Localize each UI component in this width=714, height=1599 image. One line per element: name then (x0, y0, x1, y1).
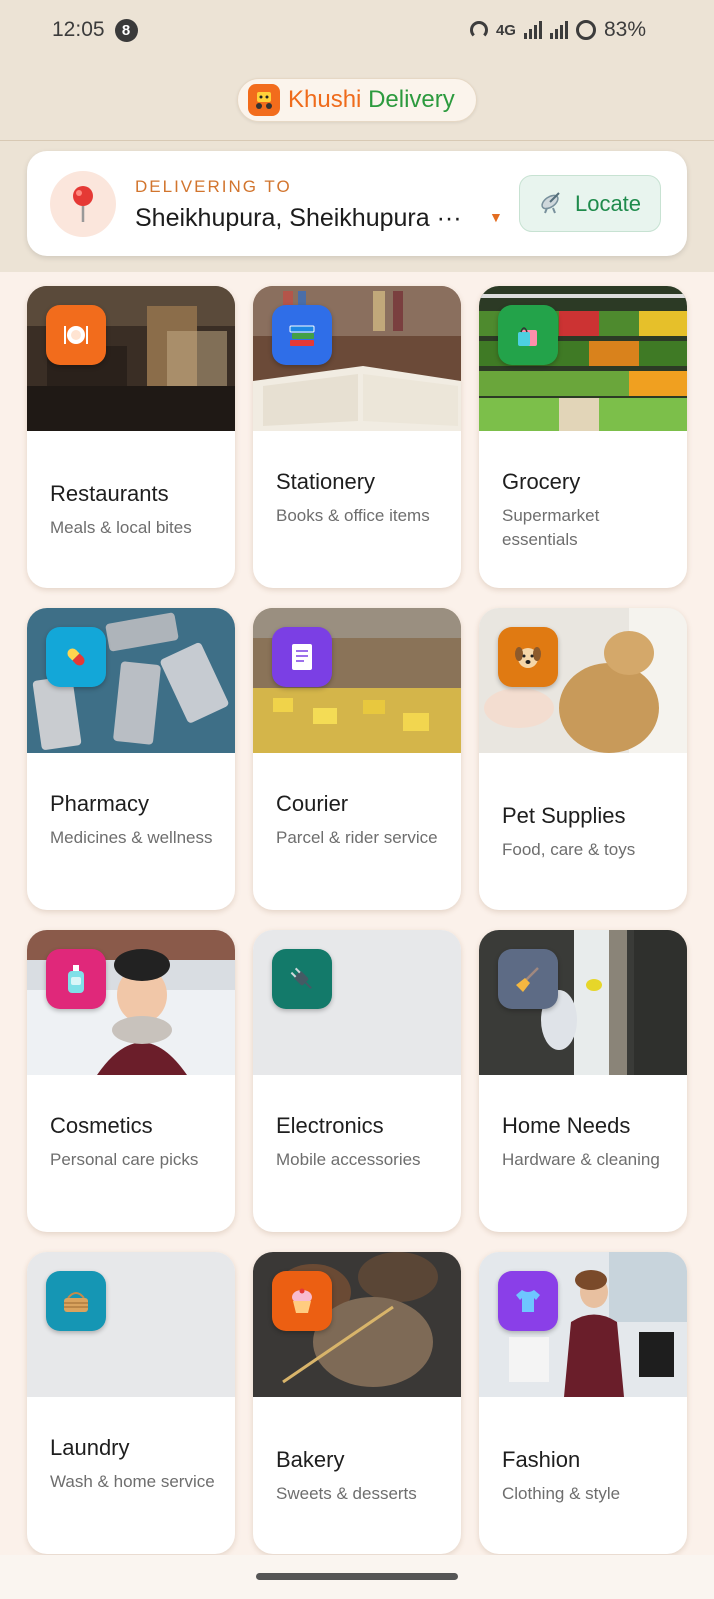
locate-label: Locate (574, 190, 642, 216)
category-title: Home Needs (502, 1113, 631, 1138)
category-title: Restaurants (50, 481, 169, 506)
category-title: Laundry (50, 1435, 130, 1460)
dog-icon (498, 627, 558, 687)
category-title: Grocery (502, 469, 581, 494)
cosmetics-image (27, 930, 235, 1075)
category-card-stationery[interactable]: Stationery Books & office items (253, 286, 461, 588)
category-card-pharmacy[interactable]: Pharmacy Medicines & wellness (27, 608, 235, 910)
network-type: 4G (495, 21, 516, 39)
books-icon (272, 305, 332, 365)
brand-name: Khushi Delivery (288, 86, 455, 114)
delivery-location-card[interactable]: DELIVERING TO Sheikhupura, Sheikhupura ·… (27, 151, 687, 256)
signal-icon-2 (549, 21, 568, 39)
category-card-courier[interactable]: Courier Parcel & rider service (253, 608, 461, 910)
tshirt-icon (498, 1271, 558, 1331)
pharmacy-image (27, 608, 235, 753)
category-title: Stationery (276, 469, 376, 494)
category-card-home-needs[interactable]: Home Needs Hardware & cleaning (479, 930, 687, 1232)
fashion-image (479, 1252, 687, 1397)
signal-icon (523, 21, 542, 39)
delivery-scooter-icon (248, 84, 280, 116)
notification-badge: 8 (114, 18, 138, 42)
shopping-bag-icon (498, 305, 558, 365)
laundry-image (27, 1252, 235, 1397)
home-gesture-indicator[interactable] (256, 1573, 458, 1580)
status-left: 12:05 8 (52, 18, 138, 42)
category-subtitle: Medicines & wellness (50, 828, 213, 847)
receipt-icon (272, 627, 332, 687)
map-pin-icon (50, 171, 116, 237)
courier-image (253, 608, 461, 753)
category-title: Pharmacy (50, 791, 150, 816)
delivery-address[interactable]: Sheikhupura, Sheikhupura ··· (135, 204, 462, 233)
category-card-grocery[interactable]: Grocery Supermarket essentials (479, 286, 687, 588)
brand-name-part2: Delivery (368, 86, 455, 113)
category-subtitle: Parcel & rider service (276, 828, 438, 847)
category-subtitle: Supermarket essentials (502, 506, 600, 549)
battery-percent: 83% (603, 18, 646, 41)
category-subtitle: Sweets & desserts (276, 1484, 417, 1503)
electronics-image (253, 930, 461, 1075)
lotion-icon (46, 949, 106, 1009)
pet-supplies-image (479, 608, 687, 753)
locate-button[interactable]: Locate (519, 175, 661, 232)
category-title: Bakery (276, 1447, 345, 1472)
hotspot-icon (469, 21, 488, 39)
basket-icon (46, 1271, 106, 1331)
satellite-dish-icon (539, 188, 565, 220)
category-subtitle: Books & office items (276, 506, 430, 525)
brand-name-part1: Khushi (288, 86, 362, 113)
category-subtitle: Mobile accessories (276, 1150, 421, 1169)
stationery-image (253, 286, 461, 431)
category-subtitle: Hardware & cleaning (502, 1150, 660, 1169)
battery-icon (575, 20, 596, 40)
plate-icon (46, 305, 106, 365)
category-subtitle: Meals & local bites (50, 518, 192, 537)
brand-logo-pill: Khushi Delivery (237, 78, 477, 122)
delivering-to-label: DELIVERING TO (135, 177, 292, 196)
restaurants-image (27, 286, 235, 431)
home-needs-image (479, 930, 687, 1075)
category-card-cosmetics[interactable]: Cosmetics Personal care picks (27, 930, 235, 1232)
status-right: 4G 83% (469, 18, 646, 42)
category-card-restaurants[interactable]: Restaurants Meals & local bites (27, 286, 235, 588)
bakery-image (253, 1252, 461, 1397)
cupcake-icon (272, 1271, 332, 1331)
category-card-laundry[interactable]: Laundry Wash & home service (27, 1252, 235, 1554)
category-subtitle: Clothing & style (502, 1484, 621, 1503)
category-title: Fashion (502, 1447, 581, 1472)
category-card-electronics[interactable]: Electronics Mobile accessories (253, 930, 461, 1232)
broom-icon (498, 949, 558, 1009)
status-time: 12:05 (52, 18, 105, 41)
category-title: Electronics (276, 1113, 384, 1138)
caret-down-icon[interactable]: ▼ (489, 209, 503, 225)
category-subtitle: Personal care picks (50, 1150, 199, 1169)
category-title: Pet Supplies (502, 803, 626, 828)
category-subtitle: Food, care & toys (502, 840, 636, 859)
header-divider (0, 140, 714, 141)
category-card-fashion[interactable]: Fashion Clothing & style (479, 1252, 687, 1554)
plug-icon (272, 949, 332, 1009)
status-bar: 12:05 8 4G 83% (0, 0, 714, 60)
category-subtitle: Wash & home service (50, 1472, 215, 1491)
grocery-image (479, 286, 687, 431)
pill-icon (46, 627, 106, 687)
category-title: Cosmetics (50, 1113, 153, 1138)
category-card-pet-supplies[interactable]: Pet Supplies Food, care & toys (479, 608, 687, 910)
category-card-bakery[interactable]: Bakery Sweets & desserts (253, 1252, 461, 1554)
category-title: Courier (276, 791, 349, 816)
